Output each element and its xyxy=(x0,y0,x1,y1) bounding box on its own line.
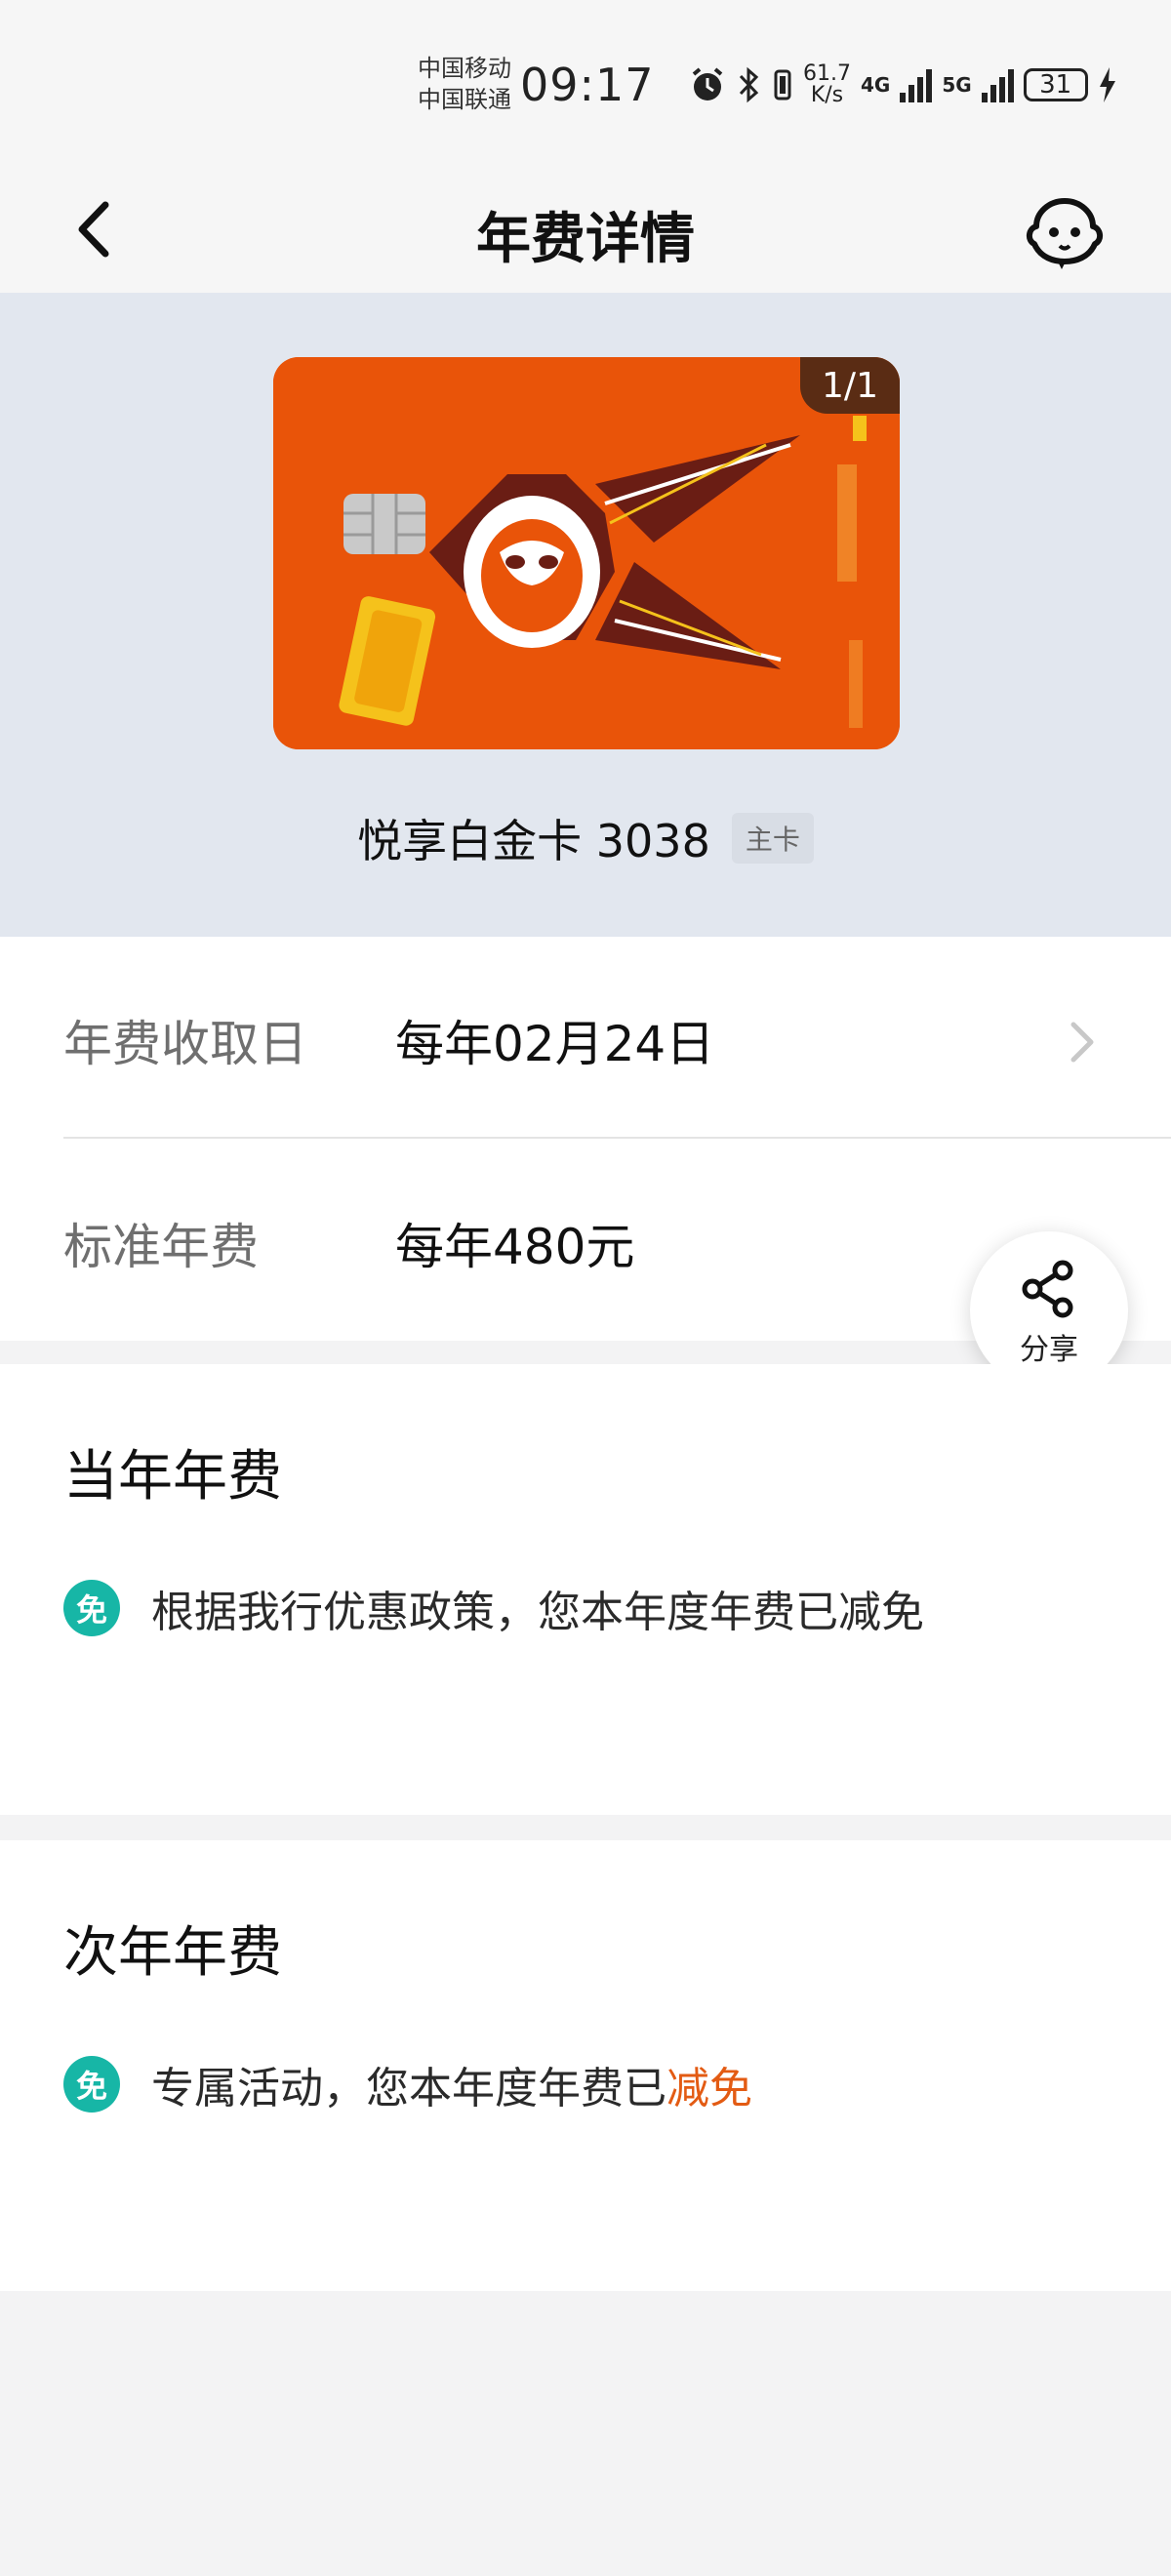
next-year-text-prefix: 专属活动，您本年度年费已 xyxy=(151,2064,666,2113)
page-title: 年费详情 xyxy=(476,207,695,271)
card-pager: 1/1 xyxy=(800,357,900,414)
battery-indicator: 31 xyxy=(1023,68,1088,101)
standard-fee-value: 每年480元 xyxy=(395,1219,635,1275)
fee-date-label: 年费收取日 xyxy=(63,1016,307,1072)
status-bar: 中国移动 中国联通 09:17 61.7 K/s 4G 5G 31 xyxy=(0,0,1171,166)
credit-card-image[interactable]: 1/1 xyxy=(273,357,900,749)
robot-assistant-icon[interactable] xyxy=(1023,187,1107,271)
status-time: 09:17 xyxy=(520,59,655,111)
chevron-right-icon xyxy=(1070,1022,1094,1063)
next-year-text-highlight: 减免 xyxy=(666,2064,752,2113)
current-year-section: 当年年费 免 根据我行优惠政策，您本年度年费已减免 xyxy=(0,1364,1171,1815)
current-year-title: 当年年费 xyxy=(63,1445,282,1509)
carrier-2: 中国联通 xyxy=(418,86,511,113)
alarm-icon xyxy=(692,67,723,101)
next-year-section: 次年年费 免 专属活动，您本年度年费已减免 xyxy=(0,1840,1171,2291)
next-year-text: 专属活动，您本年度年费已减免 xyxy=(151,2053,752,2115)
next-year-title: 次年年费 xyxy=(63,1921,282,1985)
current-year-text: 根据我行优惠政策，您本年度年费已减免 xyxy=(151,1588,924,1637)
network-type-1: 4G xyxy=(860,73,891,97)
status-icons: 61.7 K/s 4G 5G 31 xyxy=(688,60,1117,109)
net-speed: 61.7 K/s xyxy=(803,61,851,107)
primary-card-tag: 主卡 xyxy=(731,813,814,864)
card-display-area: 1/1 悦享白金卡 3038 主卡 xyxy=(0,293,1171,937)
nav-bar: 年费详情 xyxy=(0,166,1171,293)
fee-date-value: 每年02月24日 xyxy=(395,1016,715,1072)
network-type-2: 5G xyxy=(942,73,972,97)
carrier-1: 中国移动 xyxy=(418,55,511,82)
waived-badge-icon: 免 xyxy=(63,2056,120,2113)
charging-icon xyxy=(1099,67,1115,102)
vibrate-icon xyxy=(774,69,791,101)
signal-icon xyxy=(900,67,933,102)
card-name-row: 悦享白金卡 3038 主卡 xyxy=(0,806,1171,870)
current-year-line: 免 根据我行优惠政策，您本年度年费已减免 xyxy=(63,1577,924,1639)
share-icon xyxy=(1022,1260,1073,1318)
card-artwork-icon xyxy=(273,357,900,749)
divider xyxy=(63,1137,1171,1139)
signal-icon-2 xyxy=(981,67,1014,102)
card-name: 悦享白金卡 3038 xyxy=(357,815,710,867)
bluetooth-icon xyxy=(739,66,759,103)
waived-badge-icon: 免 xyxy=(63,1580,120,1636)
share-label: 分享 xyxy=(1020,1333,1078,1367)
standard-fee-label: 标准年费 xyxy=(63,1219,259,1275)
next-year-line: 免 专属活动，您本年度年费已减免 xyxy=(63,2053,752,2115)
fee-date-row[interactable]: 年费收取日 每年02月24日 xyxy=(0,937,1171,1139)
carrier-labels: 中国移动 中国联通 xyxy=(418,53,511,115)
